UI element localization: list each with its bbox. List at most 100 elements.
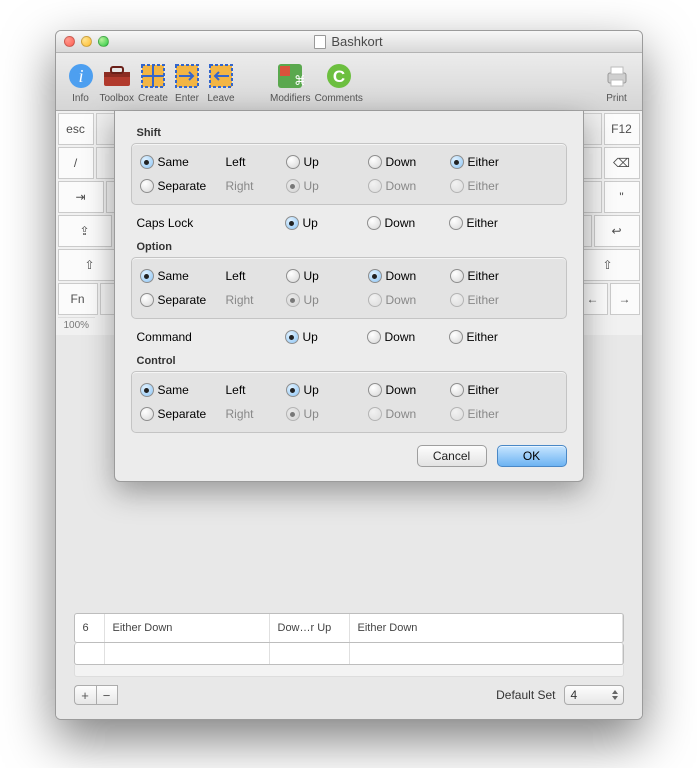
toolbar-item-modifiers[interactable]: ⌘ Modifiers	[270, 61, 311, 104]
key-backspace[interactable]: ⌫	[604, 147, 640, 179]
toolbar-label: Enter	[175, 93, 199, 104]
svg-text:⌘: ⌘	[294, 73, 304, 88]
control-left-up-radio[interactable]: Up	[286, 383, 368, 397]
shift-group: Same Left Up Down Either Separate Right …	[131, 143, 567, 205]
capslock-label: Caps Lock	[137, 216, 285, 230]
capslock-up-radio[interactable]: Up	[285, 216, 367, 230]
window-title: Bashkort	[56, 34, 642, 49]
toolbar-item-enter[interactable]: Enter	[172, 61, 202, 104]
modifiers-icon: ⌘	[275, 61, 305, 91]
option-right-either-radio: Either	[450, 293, 532, 307]
option-right-down-radio: Down	[368, 293, 450, 307]
key[interactable]: /	[58, 147, 94, 179]
option-separate-radio[interactable]: Separate	[140, 293, 226, 307]
info-icon: i	[66, 61, 96, 91]
shift-left-down-radio[interactable]: Down	[368, 155, 450, 169]
toolbar-item-toolbox[interactable]: Toolbox	[100, 61, 134, 104]
content-area: esc F12 / ⌫ ⇥ " ⇪ ↩ ⇧ ⇧	[56, 111, 642, 719]
control-right-down-radio: Down	[368, 407, 450, 421]
key-enter[interactable]: ↩	[594, 215, 640, 247]
toolbar-item-info[interactable]: i Info	[66, 61, 96, 104]
key-shift[interactable]: ⇧	[58, 249, 122, 281]
toolbar-label: Comments	[315, 93, 363, 104]
control-separate-radio[interactable]: Separate	[140, 407, 226, 421]
command-label: Command	[137, 330, 285, 344]
control-right-up-radio: Up	[286, 407, 368, 421]
control-right-label: Right	[226, 407, 286, 421]
key-esc[interactable]: esc	[58, 113, 94, 145]
leave-icon	[206, 61, 236, 91]
key[interactable]: "	[604, 181, 640, 213]
option-group: Same Left Up Down Either Separate Right …	[131, 257, 567, 319]
shift-left-up-radio[interactable]: Up	[286, 155, 368, 169]
key-shift[interactable]: ⇧	[576, 249, 640, 281]
default-set-select[interactable]: 4	[564, 685, 624, 705]
toolbar-item-print[interactable]: Print	[602, 61, 632, 104]
option-right-label: Right	[226, 293, 286, 307]
sets-table-empty-row	[74, 643, 624, 665]
shift-left-label: Left	[226, 155, 286, 169]
capslock-either-radio[interactable]: Either	[449, 216, 531, 230]
modifiers-dialog: Shift Same Left Up Down Either Separate …	[114, 111, 584, 482]
zoom-level[interactable]: 100%	[58, 317, 96, 333]
control-left-either-radio[interactable]: Either	[450, 383, 532, 397]
toolbar-label: Info	[72, 93, 89, 104]
toolbar-item-leave[interactable]: Leave	[206, 61, 236, 104]
window-title-text: Bashkort	[331, 34, 382, 49]
ok-button[interactable]: OK	[497, 445, 567, 467]
capslock-down-radio[interactable]: Down	[367, 216, 449, 230]
toolbar-label: Create	[138, 93, 168, 104]
control-left-label: Left	[226, 383, 286, 397]
section-control-label: Control	[137, 355, 567, 367]
section-option-label: Option	[137, 241, 567, 253]
toolbar-label: Print	[606, 93, 627, 104]
remove-button[interactable]: −	[96, 685, 118, 705]
section-shift-label: Shift	[137, 127, 567, 139]
toolbar: i Info Toolbox Create Enter Lea	[56, 53, 642, 111]
option-same-radio[interactable]: Same	[140, 269, 226, 283]
default-set-label: Default Set	[496, 688, 555, 702]
key-arrow[interactable]: →	[610, 283, 640, 315]
shift-left-either-radio[interactable]: Either	[450, 155, 532, 169]
create-icon	[138, 61, 168, 91]
print-icon	[602, 61, 632, 91]
command-either-radio[interactable]: Either	[449, 330, 531, 344]
table-scrollbar[interactable]	[74, 665, 624, 677]
toolbar-label: Toolbox	[100, 93, 134, 104]
toolbar-item-comments[interactable]: C Comments	[315, 61, 363, 104]
shift-right-up-radio: Up	[286, 179, 368, 193]
lower-panel: 6 Either Down Dow…r Up Either Down + − D…	[56, 605, 642, 719]
option-left-up-radio[interactable]: Up	[286, 269, 368, 283]
shift-right-either-radio: Either	[450, 179, 532, 193]
svg-text:C: C	[333, 67, 345, 86]
toolbar-label: Modifiers	[270, 93, 311, 104]
control-same-radio[interactable]: Same	[140, 383, 226, 397]
option-right-up-radio: Up	[286, 293, 368, 307]
document-icon	[314, 35, 326, 49]
svg-text:i: i	[78, 66, 83, 86]
toolbar-item-create[interactable]: Create	[138, 61, 168, 104]
cancel-button[interactable]: Cancel	[417, 445, 487, 467]
command-up-radio[interactable]: Up	[285, 330, 367, 344]
control-left-down-radio[interactable]: Down	[368, 383, 450, 397]
key-caps[interactable]: ⇪	[58, 215, 112, 247]
table-cell: 6	[75, 614, 105, 642]
key-f12[interactable]: F12	[604, 113, 640, 145]
option-left-down-radio[interactable]: Down	[368, 269, 450, 283]
add-button[interactable]: +	[74, 685, 96, 705]
toolbox-icon	[102, 61, 132, 91]
shift-separate-radio[interactable]: Separate	[140, 179, 226, 193]
table-cell: Dow…r Up	[270, 614, 350, 642]
shift-same-radio[interactable]: Same	[140, 155, 226, 169]
sets-table[interactable]: 6 Either Down Dow…r Up Either Down	[74, 613, 624, 643]
key-fn[interactable]: Fn	[58, 283, 98, 315]
comments-icon: C	[324, 61, 354, 91]
toolbar-label: Leave	[207, 93, 234, 104]
control-right-either-radio: Either	[450, 407, 532, 421]
option-left-either-radio[interactable]: Either	[450, 269, 532, 283]
key-tab[interactable]: ⇥	[58, 181, 104, 213]
table-cell: Either Down	[105, 614, 270, 642]
window: Bashkort i Info Toolbox Create Enter	[55, 30, 643, 720]
command-down-radio[interactable]: Down	[367, 330, 449, 344]
shift-right-label: Right	[226, 179, 286, 193]
